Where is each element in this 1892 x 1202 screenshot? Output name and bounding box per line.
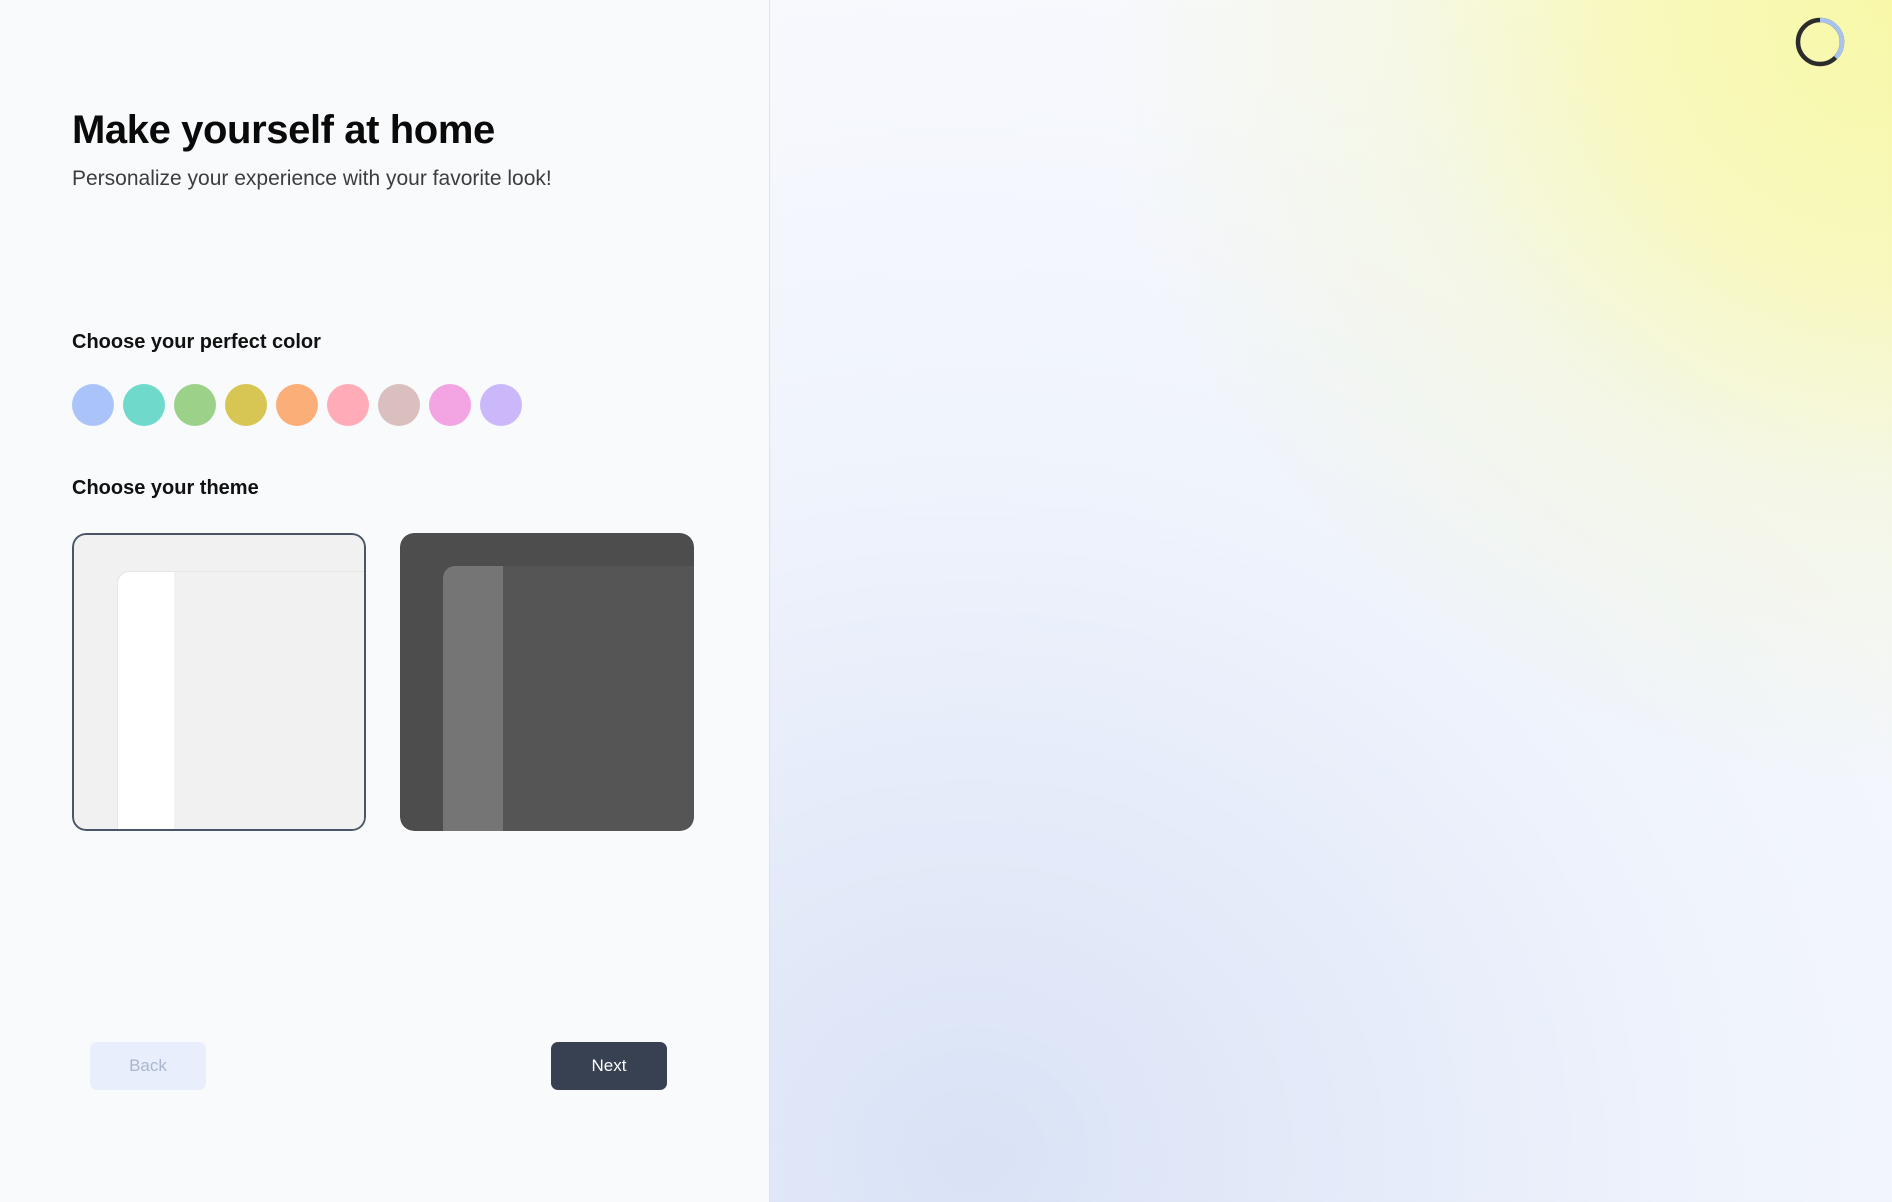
color-swatch-pink[interactable] [327,384,369,426]
wizard-footer: Back Next [72,1042,672,1090]
color-swatch-yellow[interactable] [225,384,267,426]
dark-preview-window [443,566,694,831]
color-swatch-row [72,384,522,426]
color-swatch-green[interactable] [174,384,216,426]
color-swatch-rose[interactable] [378,384,420,426]
light-preview-window [117,571,364,829]
page-subtitle: Personalize your experience with your fa… [72,167,552,190]
color-swatch-blue[interactable] [72,384,114,426]
theme-option-light[interactable] [72,533,366,831]
dark-preview-sidebar [443,566,503,831]
theme-section-label: Choose your theme [72,477,259,499]
left-panel: Make yourself at home Personalize your e… [0,0,770,1202]
theme-option-row [72,533,694,831]
color-swatch-lavender[interactable] [480,384,522,426]
color-swatch-teal[interactable] [123,384,165,426]
onboarding-screen: Make yourself at home Personalize your e… [0,0,1892,1202]
color-swatch-magenta[interactable] [429,384,471,426]
setup-content: Make yourself at home Personalize your e… [72,0,694,1202]
next-button[interactable]: Next [551,1042,667,1090]
light-preview-sidebar [118,572,174,829]
preview-panel [770,0,1892,1202]
page-title: Make yourself at home [72,108,495,152]
loading-spinner-icon [1792,14,1848,70]
dark-theme-preview [400,533,694,831]
color-swatch-orange[interactable] [276,384,318,426]
theme-option-dark[interactable] [400,533,694,831]
back-button[interactable]: Back [90,1042,206,1090]
color-section-label: Choose your perfect color [72,331,321,353]
light-theme-preview [72,533,366,831]
